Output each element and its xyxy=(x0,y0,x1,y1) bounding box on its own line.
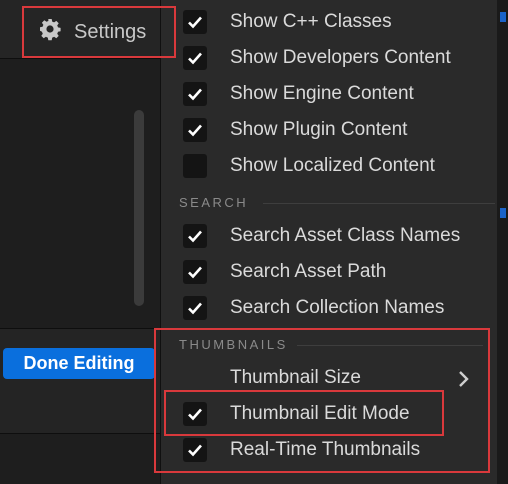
menu-item-label: Search Asset Class Names xyxy=(230,225,461,246)
checkbox[interactable] xyxy=(183,296,207,320)
menu-item-search-collection-names[interactable]: Search Collection Names xyxy=(161,290,497,326)
menu-item-label: Show Engine Content xyxy=(230,83,414,104)
settings-menu: Show C++ Classes Show Developers Content… xyxy=(160,0,497,484)
checkbox[interactable] xyxy=(183,438,207,462)
menu-item-real-time-thumbnails[interactable]: Real-Time Thumbnails xyxy=(161,432,497,468)
checkbox[interactable] xyxy=(183,10,207,34)
divider xyxy=(0,433,160,434)
gear-icon xyxy=(38,17,62,47)
menu-item-label: Show Localized Content xyxy=(230,155,435,176)
checkmark-icon xyxy=(188,266,202,279)
menu-item-label: Search Asset Path xyxy=(230,261,387,282)
section-header-search: SEARCH xyxy=(179,195,249,210)
checkbox[interactable] xyxy=(183,154,207,178)
menu-item-thumbnail-edit-mode[interactable]: Thumbnail Edit Mode xyxy=(161,396,497,432)
checkbox[interactable] xyxy=(183,224,207,248)
menu-item-show-cpp-classes[interactable]: Show C++ Classes xyxy=(161,4,497,40)
menu-item-label: Show Plugin Content xyxy=(230,119,408,140)
menu-item-label: Show C++ Classes xyxy=(230,11,392,32)
menu-item-label: Thumbnail Size xyxy=(230,367,361,388)
menu-item-label: Thumbnail Edit Mode xyxy=(230,403,410,424)
divider xyxy=(0,58,160,59)
checkbox[interactable] xyxy=(183,46,207,70)
section-header-thumbnails: THUMBNAILS xyxy=(179,337,288,352)
checkmark-icon xyxy=(188,124,202,137)
menu-item-show-developers-content[interactable]: Show Developers Content xyxy=(161,40,497,76)
checkmark-icon xyxy=(188,302,202,315)
right-edge-marker xyxy=(500,208,506,218)
checkmark-icon xyxy=(188,52,202,65)
checkmark-icon xyxy=(188,408,202,421)
checkmark-icon xyxy=(188,230,202,243)
section-divider xyxy=(263,203,495,204)
checkmark-icon xyxy=(188,88,202,101)
checkbox[interactable] xyxy=(183,82,207,106)
checkmark-icon xyxy=(188,16,202,29)
menu-item-label: Search Collection Names xyxy=(230,297,445,318)
checkbox[interactable] xyxy=(183,260,207,284)
details-panel xyxy=(0,328,160,434)
checkbox[interactable] xyxy=(183,118,207,142)
right-edge-marker xyxy=(500,12,506,22)
menu-item-label: Show Developers Content xyxy=(230,47,451,68)
checkmark-icon xyxy=(188,444,202,457)
menu-item-show-plugin-content[interactable]: Show Plugin Content xyxy=(161,112,497,148)
menu-item-show-engine-content[interactable]: Show Engine Content xyxy=(161,76,497,112)
right-edge-panel xyxy=(496,0,508,484)
chevron-right-icon xyxy=(459,371,469,387)
menu-item-search-asset-class-names[interactable]: Search Asset Class Names xyxy=(161,218,497,254)
menu-item-thumbnail-size[interactable]: Thumbnail Size xyxy=(161,360,497,396)
settings-button[interactable]: Settings xyxy=(24,7,174,57)
section-divider xyxy=(297,345,483,346)
checkbox[interactable] xyxy=(183,402,207,426)
menu-item-show-localized-content[interactable]: Show Localized Content xyxy=(161,148,497,184)
scrollbar[interactable] xyxy=(134,110,144,306)
menu-item-label: Real-Time Thumbnails xyxy=(230,439,421,460)
done-editing-button[interactable]: Done Editing xyxy=(3,348,155,379)
settings-label: Settings xyxy=(74,20,147,43)
menu-item-search-asset-path[interactable]: Search Asset Path xyxy=(161,254,497,290)
